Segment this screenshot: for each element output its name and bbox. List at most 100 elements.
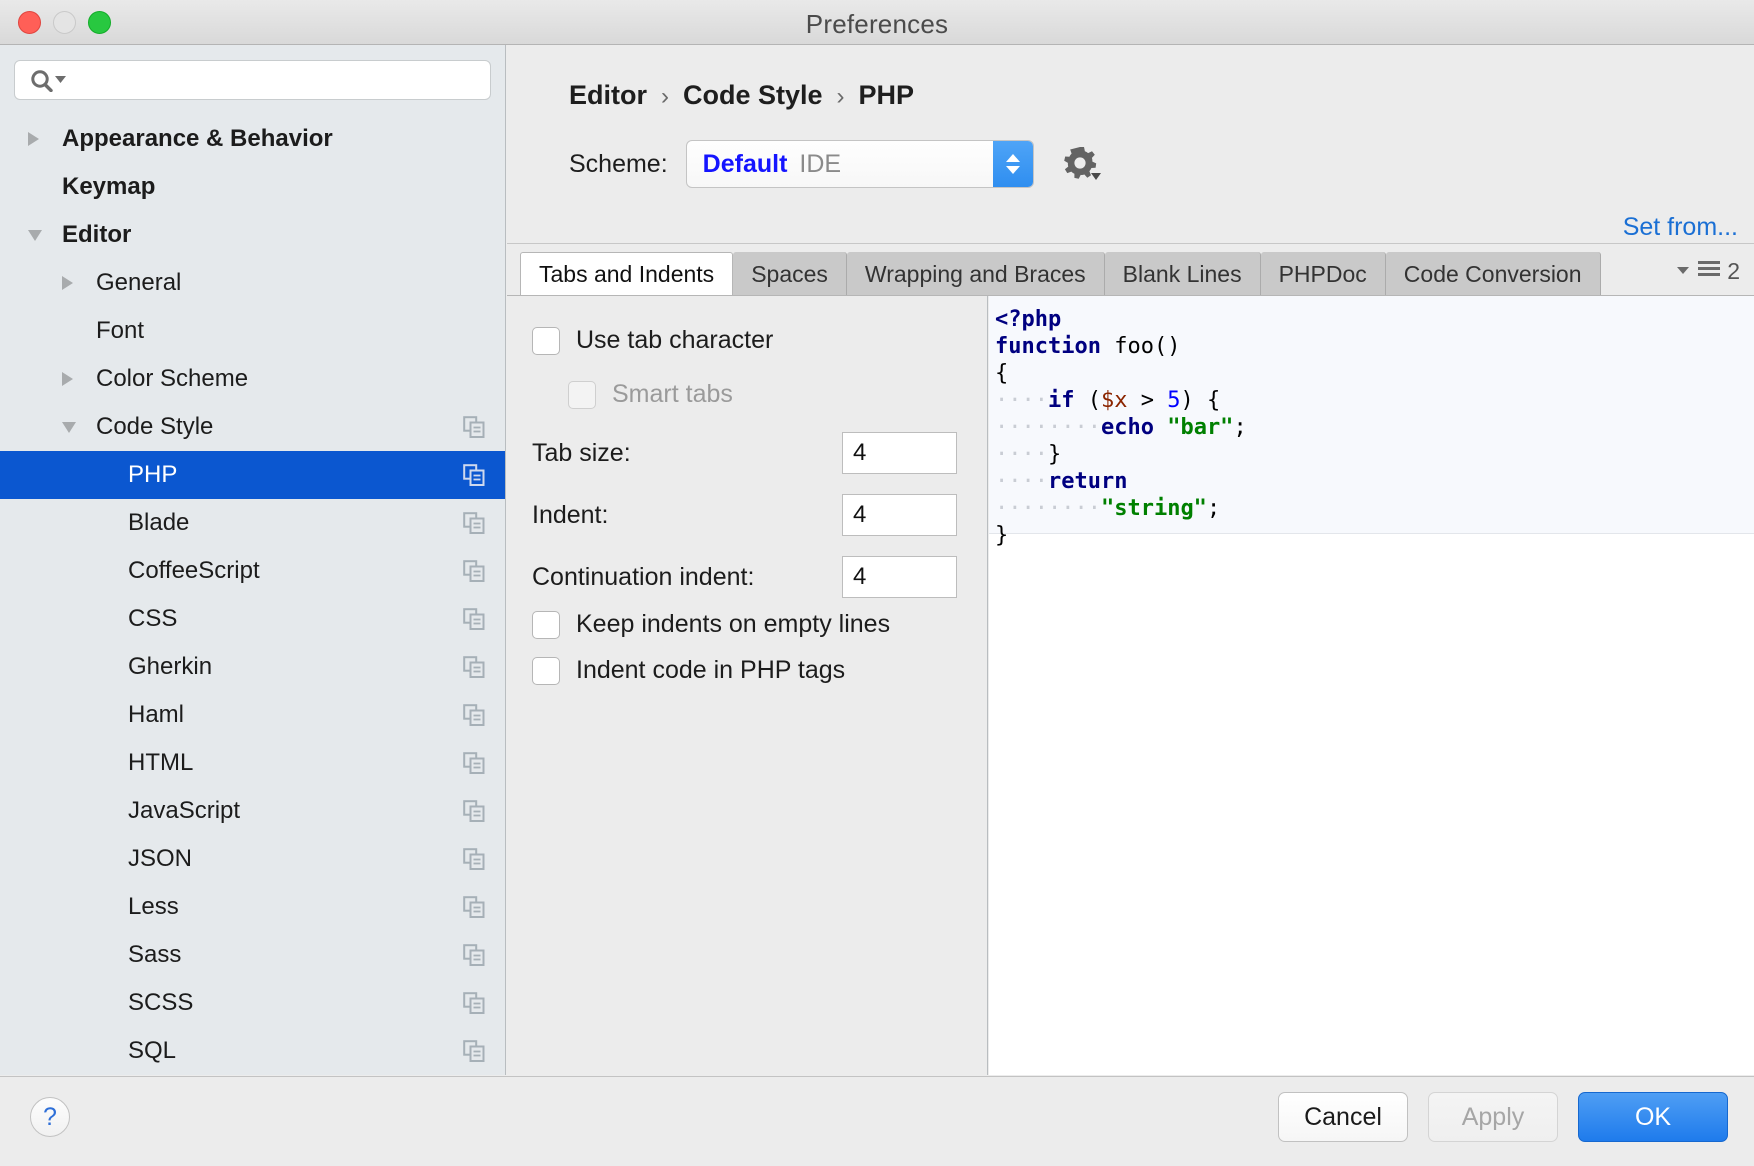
search-field[interactable]: [14, 60, 491, 100]
smart-tabs-label: Smart tabs: [612, 380, 733, 409]
chevron-right-icon[interactable]: [28, 132, 39, 146]
chevron-right-icon[interactable]: [62, 276, 73, 290]
sidebar-item-php[interactable]: PHP: [0, 451, 506, 499]
set-from-link[interactable]: Set from...: [1623, 213, 1738, 242]
gear-icon[interactable]: [1058, 141, 1104, 187]
copy-scheme-icon[interactable]: [463, 416, 485, 438]
copy-scheme-icon[interactable]: [463, 800, 485, 822]
ok-button[interactable]: OK: [1578, 1092, 1728, 1142]
copy-scheme-icon[interactable]: [463, 704, 485, 726]
apply-button[interactable]: Apply: [1428, 1092, 1558, 1142]
sidebar-item-coffeescript[interactable]: CoffeeScript: [0, 547, 506, 595]
sidebar-item-label: CoffeeScript: [128, 557, 260, 585]
tab-size-input[interactable]: [842, 432, 957, 474]
code-line: <?php: [995, 306, 1754, 333]
use-tab-character-row[interactable]: Use tab character: [532, 326, 773, 355]
sidebar-item-less[interactable]: Less: [0, 883, 506, 931]
chevron-down-icon[interactable]: [28, 230, 42, 241]
indent-label: Indent:: [532, 501, 608, 530]
breadcrumb-separator: ›: [661, 83, 669, 111]
sidebar-item-html[interactable]: HTML: [0, 739, 506, 787]
copy-scheme-icon[interactable]: [463, 608, 485, 630]
sidebar-item-css[interactable]: CSS: [0, 595, 506, 643]
chevron-right-icon[interactable]: [62, 372, 73, 386]
smart-tabs-row[interactable]: Smart tabs: [568, 380, 733, 409]
sidebar-item-label: Blade: [128, 509, 189, 537]
scheme-name: Default: [703, 150, 788, 179]
tab-size-row: Tab size:: [532, 432, 957, 474]
sidebar-item-code-style[interactable]: Code Style: [0, 403, 506, 451]
sidebar-item-scss[interactable]: SCSS: [0, 979, 506, 1027]
copy-scheme-icon[interactable]: [463, 1040, 485, 1062]
tab-tabs-and-indents[interactable]: Tabs and Indents: [520, 252, 733, 296]
sidebar-item-color-scheme[interactable]: Color Scheme: [0, 355, 506, 403]
sidebar-item-sql[interactable]: SQL: [0, 1027, 506, 1075]
tabs-overflow-count: 2: [1727, 258, 1740, 285]
header-divider: [507, 243, 1754, 244]
sidebar-item-label: Color Scheme: [96, 365, 248, 393]
tab-spaces[interactable]: Spaces: [733, 252, 847, 296]
scheme-kind: IDE: [799, 150, 841, 179]
tab-blank-lines[interactable]: Blank Lines: [1105, 252, 1261, 296]
sidebar-item-sass[interactable]: Sass: [0, 931, 506, 979]
copy-scheme-icon[interactable]: [463, 752, 485, 774]
sidebar-item-javascript[interactable]: JavaScript: [0, 787, 506, 835]
sidebar-item-json[interactable]: JSON: [0, 835, 506, 883]
continuation-indent-input[interactable]: [842, 556, 957, 598]
search-field-wrap: [14, 60, 491, 100]
indent-php-tags-checkbox[interactable]: [532, 657, 560, 685]
sidebar-item-blade[interactable]: Blade: [0, 499, 506, 547]
tabs-overflow[interactable]: 2: [1675, 258, 1740, 285]
sidebar-item-haml[interactable]: Haml: [0, 691, 506, 739]
use-tab-character-checkbox[interactable]: [532, 327, 560, 355]
tab-size-label: Tab size:: [532, 439, 631, 468]
settings-tree: Appearance & BehaviorKeymapEditorGeneral…: [0, 115, 506, 1075]
indent-input[interactable]: [842, 494, 957, 536]
copy-scheme-icon[interactable]: [463, 512, 485, 534]
sidebar-item-label: Gherkin: [128, 653, 212, 681]
sidebar-item-gherkin[interactable]: Gherkin: [0, 643, 506, 691]
copy-scheme-icon[interactable]: [463, 464, 485, 486]
code-line: {: [995, 360, 1754, 387]
help-button[interactable]: ?: [30, 1097, 70, 1137]
cancel-button[interactable]: Cancel: [1278, 1092, 1408, 1142]
code-preview-panel[interactable]: <?phpfunction foo(){····if ($x > 5) {···…: [989, 296, 1754, 1075]
tab-phpdoc[interactable]: PHPDoc: [1261, 252, 1386, 296]
window-titlebar: Preferences: [0, 0, 1754, 45]
code-line: function foo(): [995, 333, 1754, 360]
sidebar-item-font[interactable]: Font: [0, 307, 506, 355]
tab-code-conversion[interactable]: Code Conversion: [1386, 252, 1601, 296]
tab-wrapping-and-braces[interactable]: Wrapping and Braces: [847, 252, 1105, 296]
sidebar-item-appearance-behavior[interactable]: Appearance & Behavior: [0, 115, 506, 163]
keep-indents-checkbox[interactable]: [532, 611, 560, 639]
sidebar-item-label: SCSS: [128, 989, 193, 1017]
search-input[interactable]: [71, 61, 485, 101]
copy-scheme-icon[interactable]: [463, 560, 485, 582]
sidebar-item-general[interactable]: General: [0, 259, 506, 307]
window-title: Preferences: [0, 9, 1754, 40]
chevron-down-icon[interactable]: [62, 422, 76, 433]
sidebar-item-label: CSS: [128, 605, 177, 633]
sidebar-item-label: Haml: [128, 701, 184, 729]
smart-tabs-checkbox[interactable]: [568, 381, 596, 409]
copy-scheme-icon[interactable]: [463, 896, 485, 918]
copy-scheme-icon[interactable]: [463, 992, 485, 1014]
scheme-combobox[interactable]: Default IDE: [686, 140, 1034, 188]
continuation-indent-label: Continuation indent:: [532, 563, 754, 592]
sidebar-item-label: Less: [128, 893, 179, 921]
sidebar-item-editor[interactable]: Editor: [0, 211, 506, 259]
copy-scheme-icon[interactable]: [463, 944, 485, 966]
scheme-row: Scheme: Default IDE: [569, 140, 1104, 188]
breadcrumb-item-editor[interactable]: Editor: [569, 80, 647, 111]
copy-scheme-icon[interactable]: [463, 656, 485, 678]
sidebar-item-label: JavaScript: [128, 797, 240, 825]
sidebar-item-keymap[interactable]: Keymap: [0, 163, 506, 211]
breadcrumb-item-code-style[interactable]: Code Style: [683, 80, 823, 111]
sidebar-item-label: Sass: [128, 941, 181, 969]
sidebar-item-label: JSON: [128, 845, 192, 873]
keep-indents-row[interactable]: Keep indents on empty lines: [532, 610, 890, 639]
copy-scheme-icon[interactable]: [463, 848, 485, 870]
indent-php-tags-row[interactable]: Indent code in PHP tags: [532, 656, 845, 685]
scheme-stepper[interactable]: [993, 141, 1033, 187]
sidebar-item-label: SQL: [128, 1037, 176, 1065]
